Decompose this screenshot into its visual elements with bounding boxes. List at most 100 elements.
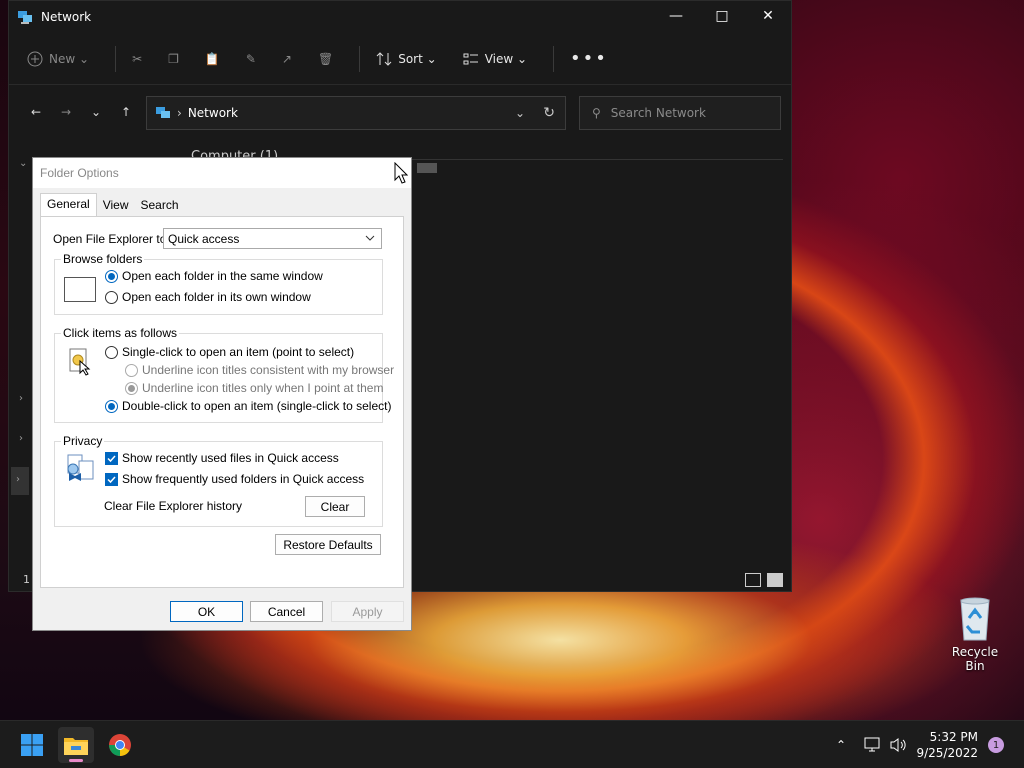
radio-single-click[interactable]: Single-click to open an item (point to s… bbox=[105, 345, 354, 359]
chrome-taskbar-button[interactable] bbox=[102, 727, 138, 763]
recycle-bin-label: Recycle Bin bbox=[951, 645, 999, 673]
radio-indicator bbox=[105, 345, 118, 359]
browse-folders-icon bbox=[64, 277, 96, 302]
show-hidden-icons-chevron-icon[interactable]: ⌃ bbox=[836, 721, 846, 768]
dialog-title: Folder Options bbox=[40, 166, 119, 180]
recent-locations-chevron-icon[interactable]: ⌄ bbox=[81, 97, 111, 127]
maximize-button[interactable]: □ bbox=[699, 1, 745, 31]
search-box[interactable]: ⚲ Search Network bbox=[579, 96, 781, 130]
clear-button[interactable]: Clear bbox=[305, 496, 365, 517]
minimize-button[interactable]: — bbox=[653, 1, 699, 31]
nav-pane-chevron-icon[interactable]: › bbox=[19, 433, 23, 444]
checkbox-indicator bbox=[105, 451, 118, 465]
up-arrow-icon[interactable]: ↑ bbox=[111, 97, 141, 127]
nav-pane-chevron-icon[interactable]: › bbox=[11, 467, 29, 495]
start-button[interactable] bbox=[14, 727, 50, 763]
checkbox-frequent-folders-label: Show frequently used folders in Quick ac… bbox=[122, 472, 365, 486]
command-bar: New ⌄ ✂ ❐ 📋 ✎ ↗ 🗑 Sort ⌄ View ⌄ ••• bbox=[9, 33, 791, 85]
checkbox-indicator bbox=[105, 472, 118, 486]
radio-same-window[interactable]: Open each folder in the same window bbox=[105, 269, 323, 283]
forward-arrow-icon[interactable]: → bbox=[51, 97, 81, 127]
view-button[interactable]: View ⌄ bbox=[463, 51, 527, 67]
item-count: 1 bbox=[23, 573, 30, 586]
monitor-network-icon bbox=[864, 737, 880, 752]
delete-icon[interactable]: 🗑 bbox=[318, 52, 333, 66]
sort-button[interactable]: Sort ⌄ bbox=[376, 51, 437, 67]
sort-icon bbox=[376, 51, 392, 66]
mouse-cursor-icon bbox=[394, 162, 408, 184]
folder-options-dialog: Folder Options General View Search Open … bbox=[32, 157, 412, 631]
radio-double-click[interactable]: Double-click to open an item (single-cli… bbox=[105, 399, 391, 413]
radio-own-window-label: Open each folder in its own window bbox=[122, 290, 311, 304]
cut-icon[interactable]: ✂ bbox=[132, 52, 142, 66]
share-icon[interactable]: ↗ bbox=[282, 52, 292, 66]
radio-indicator bbox=[125, 363, 138, 377]
active-indicator bbox=[69, 759, 83, 762]
open-explorer-select[interactable]: Quick access bbox=[163, 228, 382, 249]
radio-same-window-label: Open each folder in the same window bbox=[122, 269, 323, 283]
recycle-bin-icon bbox=[960, 597, 990, 641]
clock[interactable]: 5:32 PM 9/25/2022 bbox=[916, 729, 978, 761]
restore-defaults-button[interactable]: Restore Defaults bbox=[275, 534, 381, 555]
address-dropdown-icon[interactable]: ⌄ bbox=[515, 106, 525, 120]
scrollbar-thumb[interactable] bbox=[417, 163, 437, 173]
file-explorer-taskbar-button[interactable] bbox=[58, 727, 94, 763]
radio-indicator bbox=[105, 290, 118, 304]
view-label: View bbox=[484, 51, 514, 66]
chevron-down-icon bbox=[365, 235, 375, 241]
breadcrumb-chevron-icon: › bbox=[177, 106, 182, 120]
apply-button: Apply bbox=[331, 601, 404, 622]
browse-folders-label: Browse folders bbox=[61, 252, 145, 266]
radio-indicator bbox=[105, 269, 118, 283]
nav-pane-chevron-icon[interactable]: ⌄ bbox=[19, 158, 27, 169]
general-tab-panel: Open File Explorer to: Quick access Brow… bbox=[40, 216, 404, 588]
radio-underline-browser-label: Underline icon titles consistent with my… bbox=[142, 363, 395, 377]
close-button[interactable]: ✕ bbox=[745, 1, 791, 31]
cancel-button[interactable]: Cancel bbox=[250, 601, 323, 622]
pointer-document-icon bbox=[69, 348, 91, 376]
tab-search[interactable]: Search bbox=[135, 195, 185, 216]
notification-badge[interactable]: 1 bbox=[988, 737, 1004, 753]
radio-own-window[interactable]: Open each folder in its own window bbox=[105, 290, 311, 304]
folder-icon bbox=[64, 738, 88, 755]
radio-double-click-label: Double-click to open an item (single-cli… bbox=[122, 399, 392, 413]
ok-button[interactable]: OK bbox=[170, 601, 243, 622]
click-items-label: Click items as follows bbox=[61, 326, 180, 340]
checkbox-recent-files-label: Show recently used files in Quick access bbox=[122, 451, 339, 465]
address-bar[interactable]: › Network ⌄ ↻ bbox=[146, 96, 566, 130]
search-placeholder: Search Network bbox=[610, 106, 706, 120]
recycle-bin[interactable]: Recycle Bin bbox=[942, 596, 1008, 673]
privacy-documents-icon bbox=[67, 454, 94, 481]
windows-logo-icon bbox=[21, 734, 43, 756]
paste-icon[interactable]: 📋 bbox=[205, 52, 220, 66]
open-explorer-label: Open File Explorer to: bbox=[53, 232, 170, 246]
details-view-icon[interactable] bbox=[745, 573, 761, 587]
taskbar: ⌃ 5:32 PM 9/25/2022 1 bbox=[0, 720, 1024, 768]
radio-single-click-label: Single-click to open an item (point to s… bbox=[122, 345, 355, 359]
nav-pane-chevron-icon[interactable]: › bbox=[19, 393, 23, 404]
back-arrow-icon[interactable]: ← bbox=[21, 97, 51, 127]
chrome-icon bbox=[109, 734, 131, 756]
tab-general[interactable]: General bbox=[40, 193, 97, 216]
radio-indicator bbox=[105, 399, 118, 413]
address-text: Network bbox=[187, 106, 238, 120]
network-status-icon[interactable] bbox=[864, 721, 882, 768]
radio-underline-browser: Underline icon titles consistent with my… bbox=[125, 363, 394, 377]
tiles-view-icon[interactable] bbox=[767, 573, 783, 587]
separator bbox=[553, 45, 555, 72]
refresh-icon[interactable]: ↻ bbox=[543, 105, 555, 121]
dialog-titlebar[interactable]: Folder Options bbox=[33, 158, 411, 188]
new-button[interactable]: New ⌄ bbox=[27, 51, 89, 67]
new-label: New bbox=[49, 51, 76, 66]
checkbox-recent-files[interactable]: Show recently used files in Quick access bbox=[105, 451, 339, 465]
volume-icon[interactable] bbox=[890, 721, 908, 768]
more-options-icon[interactable]: ••• bbox=[570, 48, 608, 69]
rename-icon[interactable]: ✎ bbox=[246, 52, 256, 66]
checkbox-frequent-folders[interactable]: Show frequently used folders in Quick ac… bbox=[105, 472, 364, 486]
check-icon bbox=[107, 475, 116, 483]
tab-view[interactable]: View bbox=[97, 195, 135, 216]
sort-label: Sort bbox=[398, 51, 423, 66]
open-explorer-value: Quick access bbox=[168, 231, 240, 246]
plus-circle-icon bbox=[27, 51, 43, 66]
copy-icon[interactable]: ❐ bbox=[168, 52, 179, 66]
